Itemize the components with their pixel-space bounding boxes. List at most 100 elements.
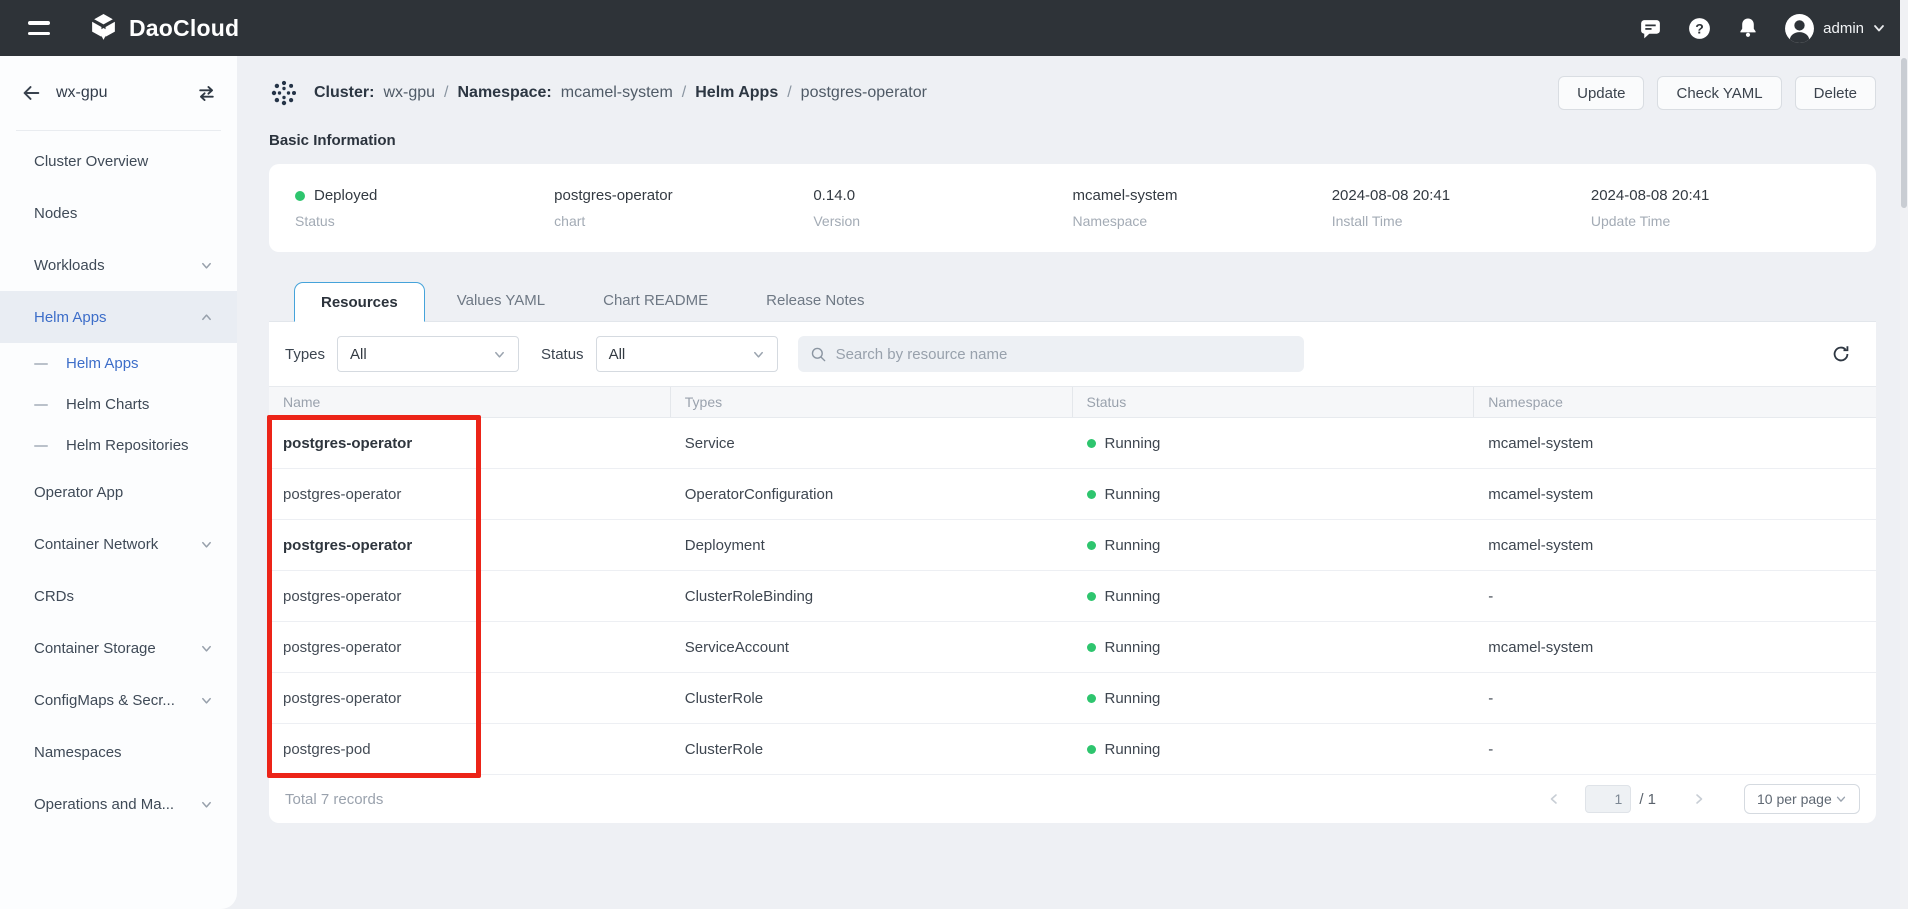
delete-button[interactable]: Delete — [1795, 76, 1876, 110]
tab-values-yaml[interactable]: Values YAML — [431, 281, 571, 321]
breadcrumb-segment: Cluster: — [314, 84, 374, 102]
breadcrumb-segment[interactable]: wx-gpu — [383, 84, 435, 102]
sidebar-item-configmaps-secr[interactable]: ConfigMaps & Secr... — [0, 674, 237, 726]
pagination: / 1 10 per page — [1537, 784, 1860, 814]
sidebar-item-label: Container Storage — [34, 640, 200, 657]
breadcrumb-segment[interactable]: postgres-operator — [801, 84, 927, 102]
sidebar-item-crds[interactable]: CRDs — [0, 570, 237, 622]
sidebar-item-namespaces[interactable]: Namespaces — [0, 726, 237, 778]
chevron-down-icon — [200, 642, 213, 655]
sidebar-item-label: ConfigMaps & Secr... — [34, 692, 200, 709]
table-header: NameTypesStatusNamespace — [269, 386, 1876, 418]
breadcrumb-segment: Namespace: — [457, 84, 551, 102]
cell-status: Running — [1073, 469, 1475, 519]
info-field-update-time: 2024-08-08 20:41Update Time — [1591, 187, 1850, 229]
table-row: postgres-podClusterRoleRunning- — [269, 724, 1876, 775]
chat-icon[interactable] — [1638, 16, 1663, 41]
cell-name: postgres-operator — [269, 520, 671, 570]
sidebar-item-helm-repositories[interactable]: Helm Repositories — [0, 425, 237, 466]
helm-dots-icon — [269, 78, 299, 108]
hamburger-icon[interactable] — [28, 21, 50, 35]
cell-type: ClusterRole — [671, 724, 1073, 774]
sidebar-item-nodes[interactable]: Nodes — [0, 187, 237, 239]
table-footer: Total 7 records / 1 10 per page — [269, 775, 1876, 823]
types-select-value: All — [350, 346, 367, 363]
info-label: Status — [295, 213, 554, 229]
sidebar-item-operator-app[interactable]: Operator App — [0, 466, 237, 518]
status-text: Running — [1105, 588, 1161, 605]
status-text: Running — [1105, 435, 1161, 452]
search-input[interactable] — [836, 346, 1292, 363]
sidebar-item-operations-and-ma[interactable]: Operations and Ma... — [0, 778, 237, 830]
scrollbar-thumb[interactable] — [1901, 58, 1907, 208]
chevron-up-icon — [200, 311, 213, 324]
status-select[interactable]: All — [596, 336, 778, 372]
status-dot — [1087, 490, 1096, 499]
cell-namespace: mcamel-system — [1474, 622, 1876, 672]
sidebar-item-helm-charts[interactable]: Helm Charts — [0, 384, 237, 425]
brand-name: DaoCloud — [129, 15, 239, 42]
cell-status: Running — [1073, 724, 1475, 774]
cell-name: postgres-operator — [269, 622, 671, 672]
breadcrumb-segment[interactable]: mcamel-system — [561, 84, 673, 102]
sidebar-item-helm-apps[interactable]: Helm Apps — [0, 291, 237, 343]
cell-namespace: - — [1474, 673, 1876, 723]
basic-info-title: Basic Information — [269, 132, 1876, 149]
breadcrumb-separator: / — [682, 84, 686, 102]
column-header-types: Types — [671, 387, 1073, 417]
sidebar-item-label: Operator App — [34, 484, 213, 501]
info-value-text: mcamel-system — [1073, 187, 1178, 204]
tab-release-notes[interactable]: Release Notes — [740, 281, 890, 321]
total-records: Total 7 records — [285, 791, 383, 808]
update-button[interactable]: Update — [1558, 76, 1644, 110]
swap-icon[interactable] — [196, 83, 217, 104]
info-label: chart — [554, 213, 813, 229]
info-value: 2024-08-08 20:41 — [1591, 187, 1850, 204]
sidebar-item-label: Helm Apps — [34, 309, 200, 326]
cell-type: OperatorConfiguration — [671, 469, 1073, 519]
tab-resources[interactable]: Resources — [294, 282, 425, 322]
status-dot — [1087, 541, 1096, 550]
user-menu[interactable]: admin — [1784, 13, 1886, 44]
status-text: Running — [1105, 741, 1161, 758]
page-number-input[interactable] — [1585, 785, 1631, 813]
types-select[interactable]: All — [337, 336, 519, 372]
cell-name: postgres-operator — [269, 673, 671, 723]
sidebar-item-container-network[interactable]: Container Network — [0, 518, 237, 570]
status-dot — [1087, 439, 1096, 448]
sidebar-item-container-storage[interactable]: Container Storage — [0, 622, 237, 674]
help-icon[interactable]: ? — [1687, 16, 1712, 41]
table-row: postgres-operatorClusterRole Running - — [269, 673, 1876, 724]
sidebar-item-label: Helm Charts — [66, 396, 213, 413]
column-header-namespace: Namespace — [1474, 387, 1876, 417]
status-dot — [295, 191, 305, 201]
chevron-down-icon — [493, 348, 506, 361]
chevron-down-icon — [200, 694, 213, 707]
table-row: postgres-operatorOperatorConfigurationRu… — [269, 469, 1876, 520]
cell-name: postgres-operator — [269, 571, 671, 621]
next-page-icon[interactable] — [1682, 792, 1716, 806]
sidebar-item-cluster-overview[interactable]: Cluster Overview — [0, 135, 237, 187]
notifications-icon[interactable] — [1736, 16, 1760, 40]
sidebar-item-workloads[interactable]: Workloads — [0, 239, 237, 291]
back-arrow-icon[interactable] — [20, 82, 42, 104]
sidebar-item-label: Cluster Overview — [34, 153, 213, 170]
status-filter-label: Status — [541, 346, 584, 363]
daocloud-logo[interactable]: DaoCloud — [88, 12, 239, 45]
refresh-icon[interactable] — [1830, 343, 1852, 365]
sidebar-item-label: Operations and Ma... — [34, 796, 200, 813]
cell-type: ClusterRole — [671, 673, 1073, 723]
svg-text:?: ? — [1695, 20, 1704, 36]
column-header-name: Name — [269, 387, 671, 417]
check-yaml-button[interactable]: Check YAML — [1657, 76, 1781, 110]
prev-page-icon[interactable] — [1537, 792, 1571, 806]
cell-name: postgres-operator — [269, 469, 671, 519]
cell-status: Running — [1073, 520, 1475, 570]
info-value-text: postgres-operator — [554, 187, 672, 204]
tab-chart-readme[interactable]: Chart README — [577, 281, 734, 321]
avatar — [1784, 13, 1815, 44]
sidebar-item-helm-apps[interactable]: Helm Apps — [0, 343, 237, 384]
status-text: Running — [1105, 690, 1161, 707]
scrollbar-track[interactable] — [1900, 0, 1908, 909]
per-page-select[interactable]: 10 per page — [1744, 784, 1860, 814]
